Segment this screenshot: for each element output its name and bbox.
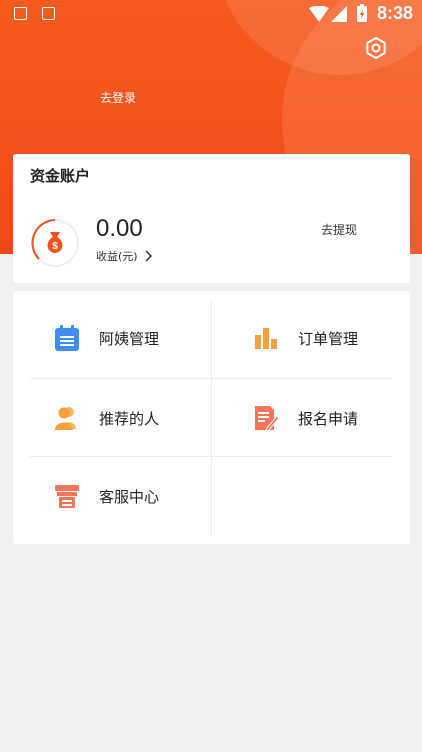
balance-amount: 0.00	[96, 215, 143, 242]
status-bar: 8:38	[0, 0, 422, 30]
wifi-icon	[309, 6, 329, 22]
clipboard-icon	[55, 325, 79, 351]
menu-item-label: 客服中心	[99, 487, 160, 506]
battery-icon	[357, 4, 367, 22]
account-title: 资金账户	[30, 167, 91, 185]
signal-icon	[331, 6, 347, 22]
settings-icon[interactable]	[364, 36, 388, 60]
svg-text:$: $	[52, 241, 58, 252]
money-bag-icon: $	[31, 219, 79, 267]
chevron-right-icon[interactable]	[144, 250, 154, 262]
menu-item-label: 阿姨管理	[99, 329, 160, 348]
menu-card: 阿姨管理 订单管理 推荐的人 报名申请 客服中心	[13, 291, 410, 544]
menu-item-order-management[interactable]: 订单管理	[212, 299, 397, 377]
income-label[interactable]: 收益(元)	[96, 248, 138, 264]
account-card: 资金账户 $ 0.00 收益(元) 去提现	[13, 154, 410, 283]
menu-item-label: 订单管理	[298, 329, 359, 348]
menu-item-label: 推荐的人	[99, 409, 160, 428]
notification-icon	[14, 7, 27, 20]
menu-item-referrals[interactable]: 推荐的人	[13, 379, 198, 457]
withdraw-button[interactable]: 去提现	[321, 221, 357, 238]
menu-item-customer-service[interactable]: 客服中心	[13, 457, 198, 535]
login-link[interactable]: 去登录	[100, 89, 136, 106]
document-edit-icon	[255, 406, 279, 431]
printer-icon	[55, 485, 79, 508]
app-notification-icon	[42, 7, 55, 20]
menu-item-label: 报名申请	[298, 409, 359, 428]
users-icon	[55, 407, 76, 430]
menu-item-registration[interactable]: 报名申请	[212, 379, 397, 457]
menu-item-aunt-management[interactable]: 阿姨管理	[13, 299, 198, 377]
bar-chart-icon	[255, 328, 277, 349]
clock: 8:38	[376, 3, 413, 23]
